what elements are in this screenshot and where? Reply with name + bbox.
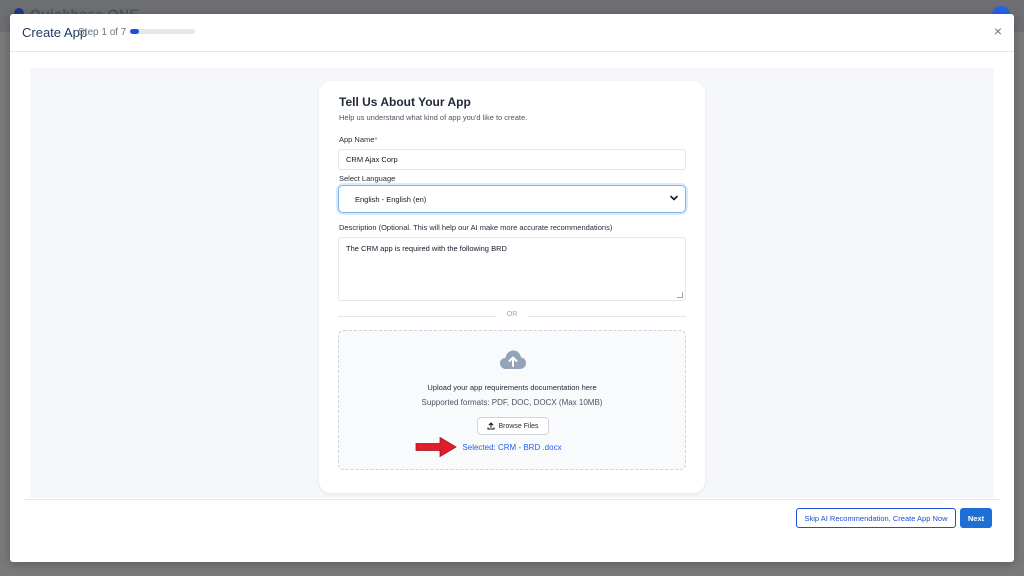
footer-divider xyxy=(24,499,1000,500)
language-selected-value: English - English (en) xyxy=(355,195,427,204)
divider-or: OR xyxy=(506,311,518,318)
app-name-label-text: App Name xyxy=(339,135,375,144)
next-button[interactable]: Next xyxy=(960,508,992,528)
upload-formats: Supported formats: PDF, DOC, DOCX (Max 1… xyxy=(421,398,603,407)
card-title: Tell Us About Your App xyxy=(339,95,471,109)
browse-files-content: Browse Files xyxy=(478,418,548,434)
description-textarea[interactable]: The CRM app is required with the followi… xyxy=(338,237,686,301)
create-app-modal: Create App Step 1 of 7 × Tell Us About Y… xyxy=(10,14,1014,562)
description-text: The CRM app is required with the followi… xyxy=(346,244,507,253)
modal-header: Create App Step 1 of 7 × xyxy=(10,14,1014,52)
required-marker: * xyxy=(374,135,378,144)
card-subtitle: Help us understand what kind of app you'… xyxy=(339,113,528,122)
step-indicator: Step 1 of 7 xyxy=(78,27,127,38)
upload-title: Upload your app requirements documentati… xyxy=(427,383,597,392)
description-label: Description (Optional. This will help ou… xyxy=(339,223,613,232)
step-progress-fill xyxy=(130,29,140,34)
chevron-down-icon xyxy=(670,195,678,201)
app-name-label: App Name* xyxy=(339,135,377,144)
cloud-upload-icon xyxy=(500,350,526,369)
browse-files-button[interactable]: Browse Files xyxy=(477,417,549,435)
upload-icon xyxy=(487,422,496,430)
skip-ai-create-app-button[interactable]: Skip AI Recommendation, Create App Now xyxy=(796,508,956,528)
language-label: Select Language xyxy=(339,174,396,183)
step-progress-bar xyxy=(130,29,195,34)
selected-file-name: Selected: CRM - BRD .docx xyxy=(462,443,562,452)
content-area: Tell Us About Your App Help us understan… xyxy=(30,68,994,498)
divider-left xyxy=(338,316,496,317)
app-info-card: Tell Us About Your App Help us understan… xyxy=(319,81,705,493)
language-select[interactable]: English - English (en) xyxy=(338,185,686,213)
upload-dropzone[interactable]: Upload your app requirements documentati… xyxy=(338,330,686,470)
divider-right xyxy=(528,316,686,317)
resize-handle[interactable] xyxy=(677,292,683,298)
close-icon[interactable]: × xyxy=(994,24,1002,38)
browse-files-label: Browse Files xyxy=(498,422,539,430)
app-name-input[interactable] xyxy=(338,149,686,170)
